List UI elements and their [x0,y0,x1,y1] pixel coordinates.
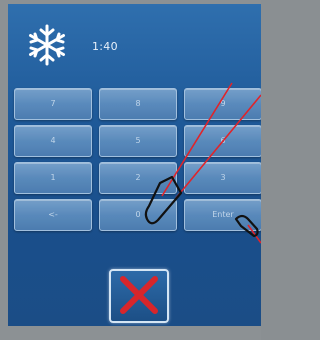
key-8[interactable]: 8 [99,88,177,120]
timer-display: 1:40 [92,40,118,53]
snowflake-icon [29,24,65,66]
key-enter[interactable]: Enter [184,199,261,231]
touch-screen: 1:40 7 8 9 4 5 6 1 2 3 <- 0 Enter [8,4,261,326]
key-5[interactable]: 5 [99,125,177,157]
key-4[interactable]: 4 [14,125,92,157]
numeric-keypad: 7 8 9 4 5 6 1 2 3 <- 0 Enter [14,88,261,234]
key-9[interactable]: 9 [184,88,261,120]
cancel-button[interactable] [109,269,169,323]
key-7[interactable]: 7 [14,88,92,120]
cancel-x-icon [120,276,158,314]
key-backspace[interactable]: <- [14,199,92,231]
key-0[interactable]: 0 [99,199,177,231]
key-1[interactable]: 1 [14,162,92,194]
key-6[interactable]: 6 [184,125,261,157]
key-3[interactable]: 3 [184,162,261,194]
key-2[interactable]: 2 [99,162,177,194]
